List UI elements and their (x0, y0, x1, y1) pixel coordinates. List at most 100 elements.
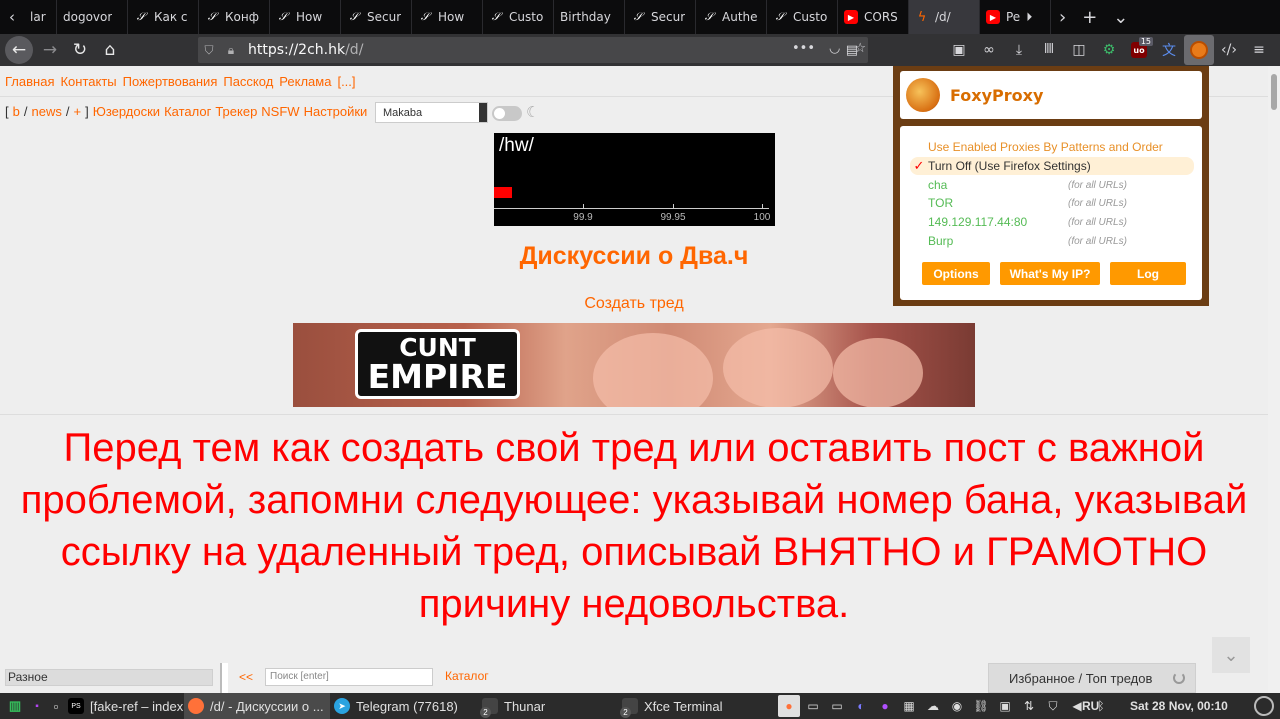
menu-icon[interactable]: ≡ (1244, 35, 1274, 65)
screensaver-icon[interactable]: ◐ (850, 695, 872, 717)
board-link-nsfw[interactable]: NSFW (261, 104, 299, 119)
board-link-b[interactable]: b (13, 104, 20, 119)
tab-list-chevron-icon[interactable]: ⌄ (1113, 7, 1128, 28)
reload-button[interactable]: ↻ (65, 35, 95, 65)
network-icon[interactable]: ⇅ (1018, 695, 1040, 717)
tab-4[interactable]: 𝒮 How (270, 0, 341, 34)
app-menu-icon[interactable]: ▥ (4, 695, 26, 717)
proxy-burp[interactable]: Burp (for all URLs) (910, 232, 1194, 250)
back-button[interactable]: ← (5, 36, 33, 64)
show-desktop-icon[interactable]: ▫ (48, 695, 64, 717)
tab-1[interactable]: dogovor (57, 0, 128, 34)
task-telegram[interactable]: ➤ Telegram (77618) (330, 693, 478, 719)
url-text[interactable]: https://2ch.hk/d/ (242, 42, 846, 58)
favorites-top-threads-panel[interactable]: Избранное / Топ тредов (988, 663, 1196, 693)
nav-link-passcode[interactable]: Пасскод (223, 74, 273, 89)
clock[interactable]: Sat 28 Nov, 00:10 (1130, 699, 1228, 713)
ublock-icon[interactable]: uo 15 (1124, 35, 1154, 65)
media-playing-icon[interactable]: ⏵ (1026, 10, 1032, 25)
nav-link-ads[interactable]: Реклама (279, 74, 331, 89)
proxy-cha[interactable]: cha (for all URLs) (910, 176, 1194, 194)
sidebar-icon[interactable]: ◫ (1064, 35, 1094, 65)
hw-progress-banner[interactable]: /hw/ 99.9 99.95 100 (494, 133, 775, 226)
screenshot-icon[interactable]: ▣ (944, 35, 974, 65)
private-mask-icon[interactable]: ∞ (974, 35, 1004, 65)
power-icon[interactable] (1254, 696, 1274, 716)
task-firefox-active[interactable]: /d/ - Дискуссии о ... (184, 693, 330, 719)
board-link-plus[interactable]: + (73, 104, 81, 119)
pocket-icon[interactable]: ◡ (829, 41, 840, 56)
tab-13-active[interactable]: ϟ/d/ (909, 0, 980, 34)
translate-icon[interactable]: 文 (1154, 35, 1184, 65)
task-fake-ref[interactable]: PS [fake-ref – index.p... (64, 693, 184, 719)
tab-10[interactable]: 𝒮 Authe (696, 0, 767, 34)
tab-3[interactable]: 𝒮 Конф (199, 0, 270, 34)
tab-2[interactable]: 𝒮 Как с (128, 0, 199, 34)
proxy-tor[interactable]: TOR (for all URLs) (910, 194, 1194, 212)
mode-turn-off[interactable]: ✓ Turn Off (Use Firefox Settings) (910, 157, 1194, 175)
board-link-settings[interactable]: Настройки (304, 104, 368, 119)
night-mode-toggle[interactable] (492, 106, 522, 121)
tray-app-icon[interactable]: ▭ (826, 695, 848, 717)
bookmark-star-icon[interactable]: ☆ (854, 41, 866, 56)
url-bar[interactable]: ⛉ 🔒︎ https://2ch.hk/d/ ▤ (198, 37, 868, 63)
nav-link-home[interactable]: Главная (5, 74, 54, 89)
prev-page-link[interactable]: << (239, 670, 253, 684)
link-icon[interactable]: ⛓ (970, 695, 992, 717)
tray-app-icon[interactable]: ▭ (802, 695, 824, 717)
tab-scroll-right-icon[interactable]: › (1059, 7, 1066, 28)
lock-icon[interactable]: 🔒︎ (220, 43, 242, 58)
tab-0[interactable]: lar (24, 0, 57, 34)
panel-resize-handle[interactable] (220, 663, 228, 693)
board-link-news[interactable]: news (31, 104, 61, 119)
mode-patterns[interactable]: Use Enabled Proxies By Patterns and Orde… (910, 138, 1194, 156)
log-button[interactable]: Log (1110, 262, 1186, 285)
shield-icon[interactable]: ⛉ (1042, 695, 1064, 717)
tab-scroll-left-icon[interactable]: ‹ (0, 0, 24, 34)
nav-link-contacts[interactable]: Контакты (60, 74, 116, 89)
new-tab-icon[interactable]: + (1082, 7, 1097, 28)
tab-5[interactable]: 𝒮 Secur (341, 0, 412, 34)
tracking-shield-icon[interactable]: ⛉ (198, 43, 220, 58)
downloads-icon[interactable]: ⤓ (1004, 35, 1034, 65)
scrollbar-thumb[interactable] (1271, 74, 1277, 110)
foxyproxy-icon[interactable] (1184, 35, 1214, 65)
search-input[interactable]: Поиск [enter] (265, 668, 433, 686)
tab-9[interactable]: 𝒮 Secur (625, 0, 696, 34)
tab-11[interactable]: 𝒮 Custo (767, 0, 838, 34)
firefox-launcher-icon[interactable]: ● (778, 695, 800, 717)
library-icon[interactable]: 𝍬 (1034, 35, 1064, 65)
terminal-tray-icon[interactable]: ▣ (994, 695, 1016, 717)
cloud-icon[interactable]: ☁ (922, 695, 944, 717)
archive-icon[interactable]: ▦ (898, 695, 920, 717)
home-button[interactable]: ⌂ (95, 35, 125, 65)
tab-7[interactable]: 𝒮 Custo (483, 0, 554, 34)
page-scrollbar[interactable] (1268, 66, 1280, 693)
page-actions-icon[interactable]: ••• (792, 41, 815, 56)
refresh-icon[interactable] (1173, 672, 1185, 684)
firefox-dev-icon[interactable]: ● (874, 695, 896, 717)
board-link-userboards[interactable]: Юзердоски (93, 104, 160, 119)
style-select[interactable]: Makaba (375, 102, 488, 123)
forward-button[interactable]: → (35, 35, 65, 65)
proxy-ip[interactable]: 149.129.117.44:80 (for all URLs) (910, 213, 1194, 231)
whats-my-ip-button[interactable]: What's My IP? (1000, 262, 1100, 285)
task-terminal[interactable]: Xfce Terminal 2 (618, 693, 768, 719)
tab-14[interactable]: ▶ Pe ⏵ (980, 0, 1051, 34)
catalog-link[interactable]: Каталог (445, 669, 489, 683)
options-button[interactable]: Options (922, 262, 990, 285)
board-link-catalog[interactable]: Каталог (164, 104, 211, 119)
phpstorm-icon[interactable]: ▪ (26, 695, 48, 717)
ad-banner[interactable]: CUNT EMPIRE (293, 323, 975, 407)
board-link-tracker[interactable]: Трекер (215, 104, 257, 119)
keyboard-layout-indicator[interactable]: RU (1082, 699, 1099, 713)
nav-link-more[interactable]: [...] (337, 74, 355, 89)
category-select[interactable]: Разное (5, 669, 213, 686)
tab-12[interactable]: ▶ CORS (838, 0, 909, 34)
dev-tools-icon[interactable]: ‹/› (1214, 35, 1244, 65)
tab-8[interactable]: Birthday (554, 0, 625, 34)
tab-6[interactable]: 𝒮 How (412, 0, 483, 34)
media-icon[interactable]: ◉ (946, 695, 968, 717)
task-thunar[interactable]: Thunar 2 (478, 693, 618, 719)
extension-icon[interactable]: ⚙ (1094, 35, 1124, 65)
